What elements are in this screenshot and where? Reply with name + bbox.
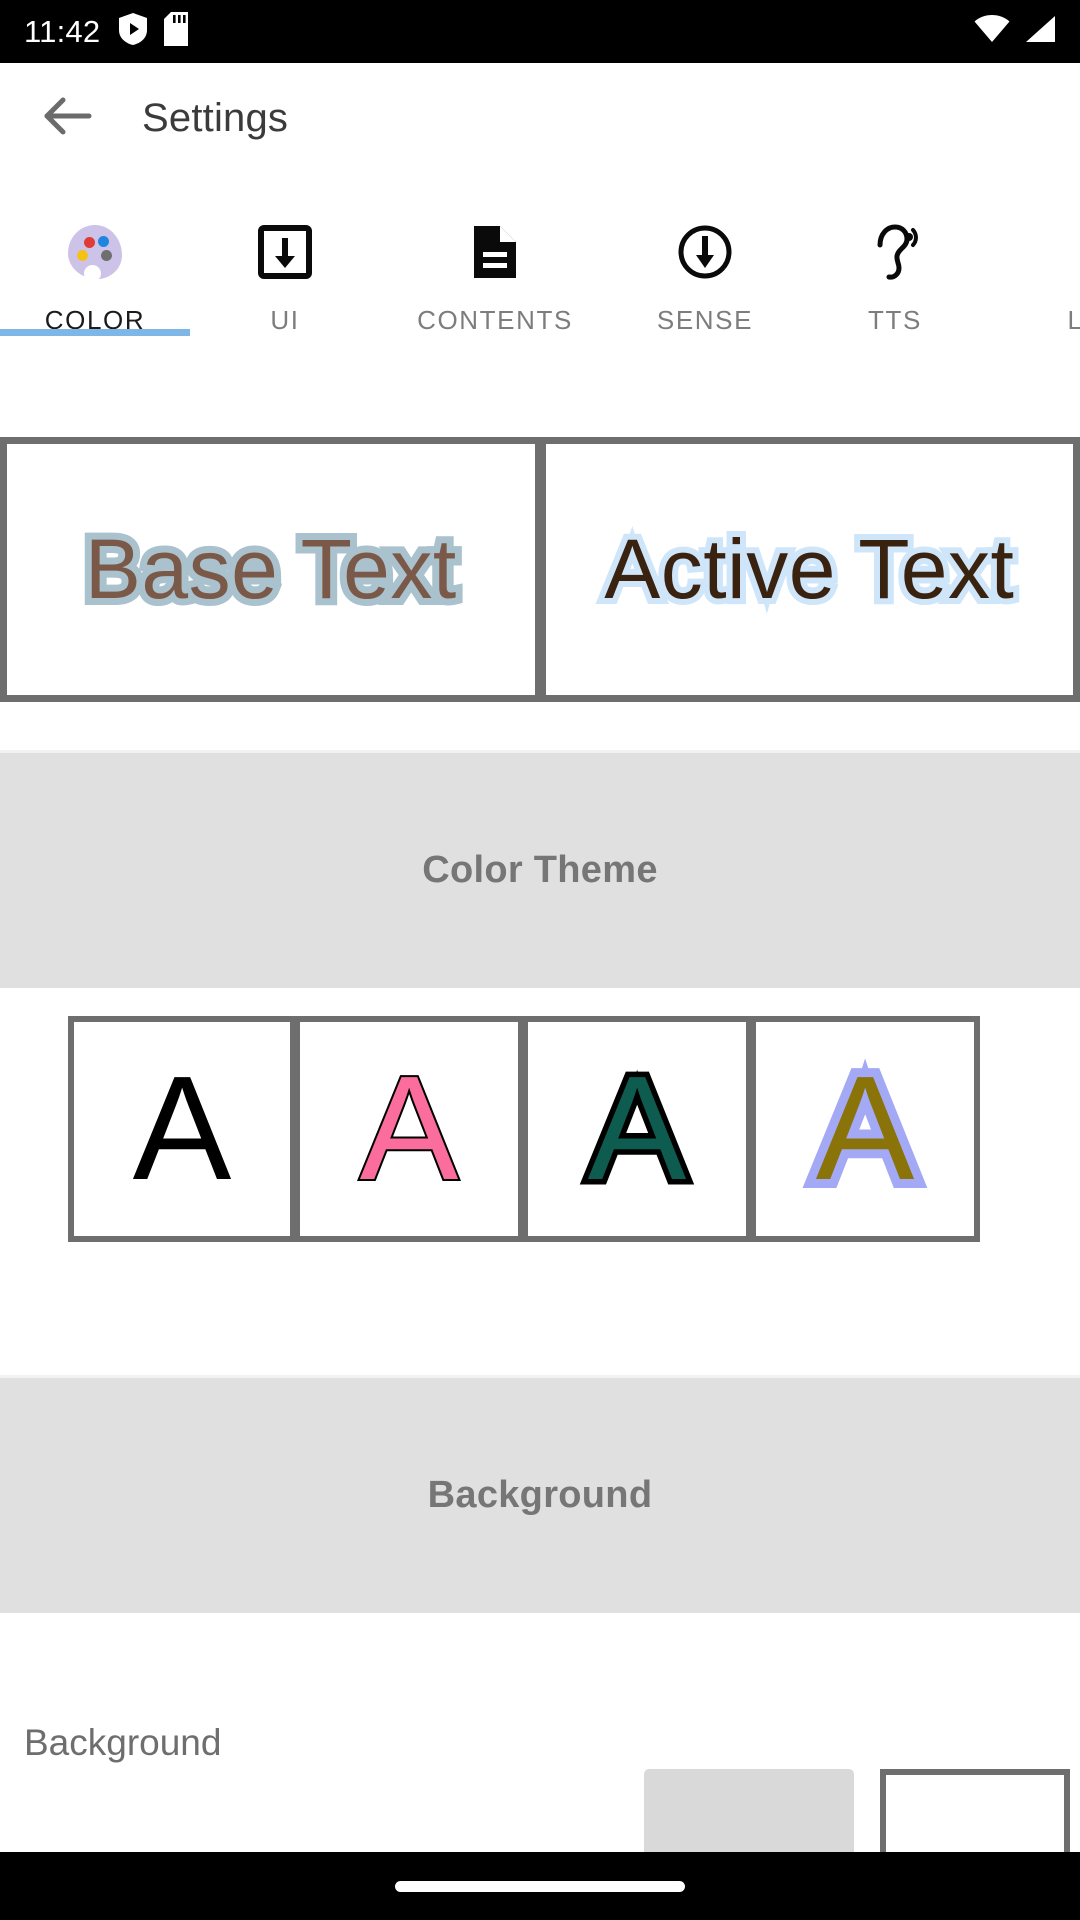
box-download-icon bbox=[254, 221, 316, 283]
back-arrow-icon bbox=[43, 94, 93, 143]
tab-partial-icon bbox=[1054, 221, 1080, 283]
color-theme-header-label: Color Theme bbox=[422, 849, 658, 891]
text-preview-row: Base Text Active Text bbox=[0, 437, 1080, 702]
status-bar-system-icons bbox=[974, 15, 1056, 48]
tab-tts[interactable]: TTS bbox=[800, 173, 990, 336]
sd-card-icon bbox=[164, 12, 189, 51]
tab-label-tts: TTS bbox=[868, 305, 922, 335]
tab-contents[interactable]: CONTENTS bbox=[380, 173, 610, 336]
background-header-label: Background bbox=[427, 1474, 653, 1516]
home-gesture-pill[interactable] bbox=[395, 1880, 685, 1892]
status-bar-notification-icons bbox=[118, 12, 189, 51]
color-theme-section: Color Theme A A A A bbox=[0, 702, 1080, 1264]
background-swatch-gray[interactable] bbox=[644, 1769, 854, 1859]
system-navigation-bar bbox=[0, 1852, 1080, 1920]
settings-tabs: COLOR UI CONTENTS SENSE TTS L bbox=[0, 173, 1080, 433]
background-header: Background bbox=[0, 1375, 1080, 1613]
hearing-icon bbox=[864, 221, 926, 283]
theme-glyph: A bbox=[358, 1046, 461, 1211]
status-bar-clock: 11:42 bbox=[24, 13, 101, 49]
app-toolbar: Settings bbox=[0, 63, 1080, 173]
color-theme-option-black[interactable]: A bbox=[68, 1016, 296, 1242]
tab-label-ui: UI bbox=[270, 305, 300, 335]
wifi-icon bbox=[974, 15, 1010, 48]
back-button[interactable] bbox=[22, 72, 114, 164]
circle-download-icon bbox=[674, 221, 736, 283]
theme-glyph: A bbox=[807, 1046, 924, 1212]
tab-label-contents: CONTENTS bbox=[417, 305, 573, 335]
phone-screen: 11:42 Settings COLOR UI CONTENTS SENSE T… bbox=[0, 0, 1080, 1920]
tab-sense[interactable]: SENSE bbox=[610, 173, 800, 336]
background-swatch-group bbox=[644, 1769, 1070, 1859]
theme-glyph: A bbox=[582, 1046, 692, 1211]
page-title: Settings bbox=[142, 95, 289, 140]
color-theme-option-olive[interactable]: A bbox=[752, 1016, 980, 1242]
shield-play-icon bbox=[118, 12, 148, 51]
tab-language[interactable]: LA bbox=[990, 173, 1080, 336]
tab-color[interactable]: COLOR bbox=[0, 173, 190, 336]
color-theme-swatch-strip: A A A A bbox=[68, 1016, 980, 1242]
background-section: Background Background bbox=[0, 1375, 1080, 1859]
tab-ui[interactable]: UI bbox=[190, 173, 380, 336]
active-text-preview-cell[interactable]: Active Text bbox=[541, 444, 1080, 702]
color-theme-option-teal[interactable]: A bbox=[524, 1016, 752, 1242]
status-bar: 11:42 bbox=[0, 0, 1080, 63]
background-setting-row[interactable]: Background bbox=[0, 1619, 1080, 1859]
tab-label-language: LA bbox=[1067, 305, 1080, 335]
tab-active-indicator bbox=[0, 329, 190, 336]
color-theme-swatch-area: A A A A bbox=[0, 994, 1080, 1264]
base-text-preview: Base Text bbox=[78, 515, 463, 623]
palette-icon bbox=[64, 221, 126, 283]
tab-label-sense: SENSE bbox=[656, 305, 754, 335]
base-text-preview-cell[interactable]: Base Text bbox=[0, 444, 542, 702]
active-text-preview: Active Text bbox=[598, 516, 1020, 622]
document-icon bbox=[464, 221, 526, 283]
color-theme-header: Color Theme bbox=[0, 750, 1080, 988]
color-theme-option-pink[interactable]: A bbox=[296, 1016, 524, 1242]
theme-glyph: A bbox=[132, 1046, 232, 1211]
background-row-label: Background bbox=[24, 1722, 222, 1763]
cellular-signal-icon bbox=[1024, 15, 1056, 48]
settings-tab-strip[interactable]: COLOR UI CONTENTS SENSE TTS L bbox=[0, 173, 1080, 433]
background-swatch-white[interactable] bbox=[880, 1769, 1070, 1859]
